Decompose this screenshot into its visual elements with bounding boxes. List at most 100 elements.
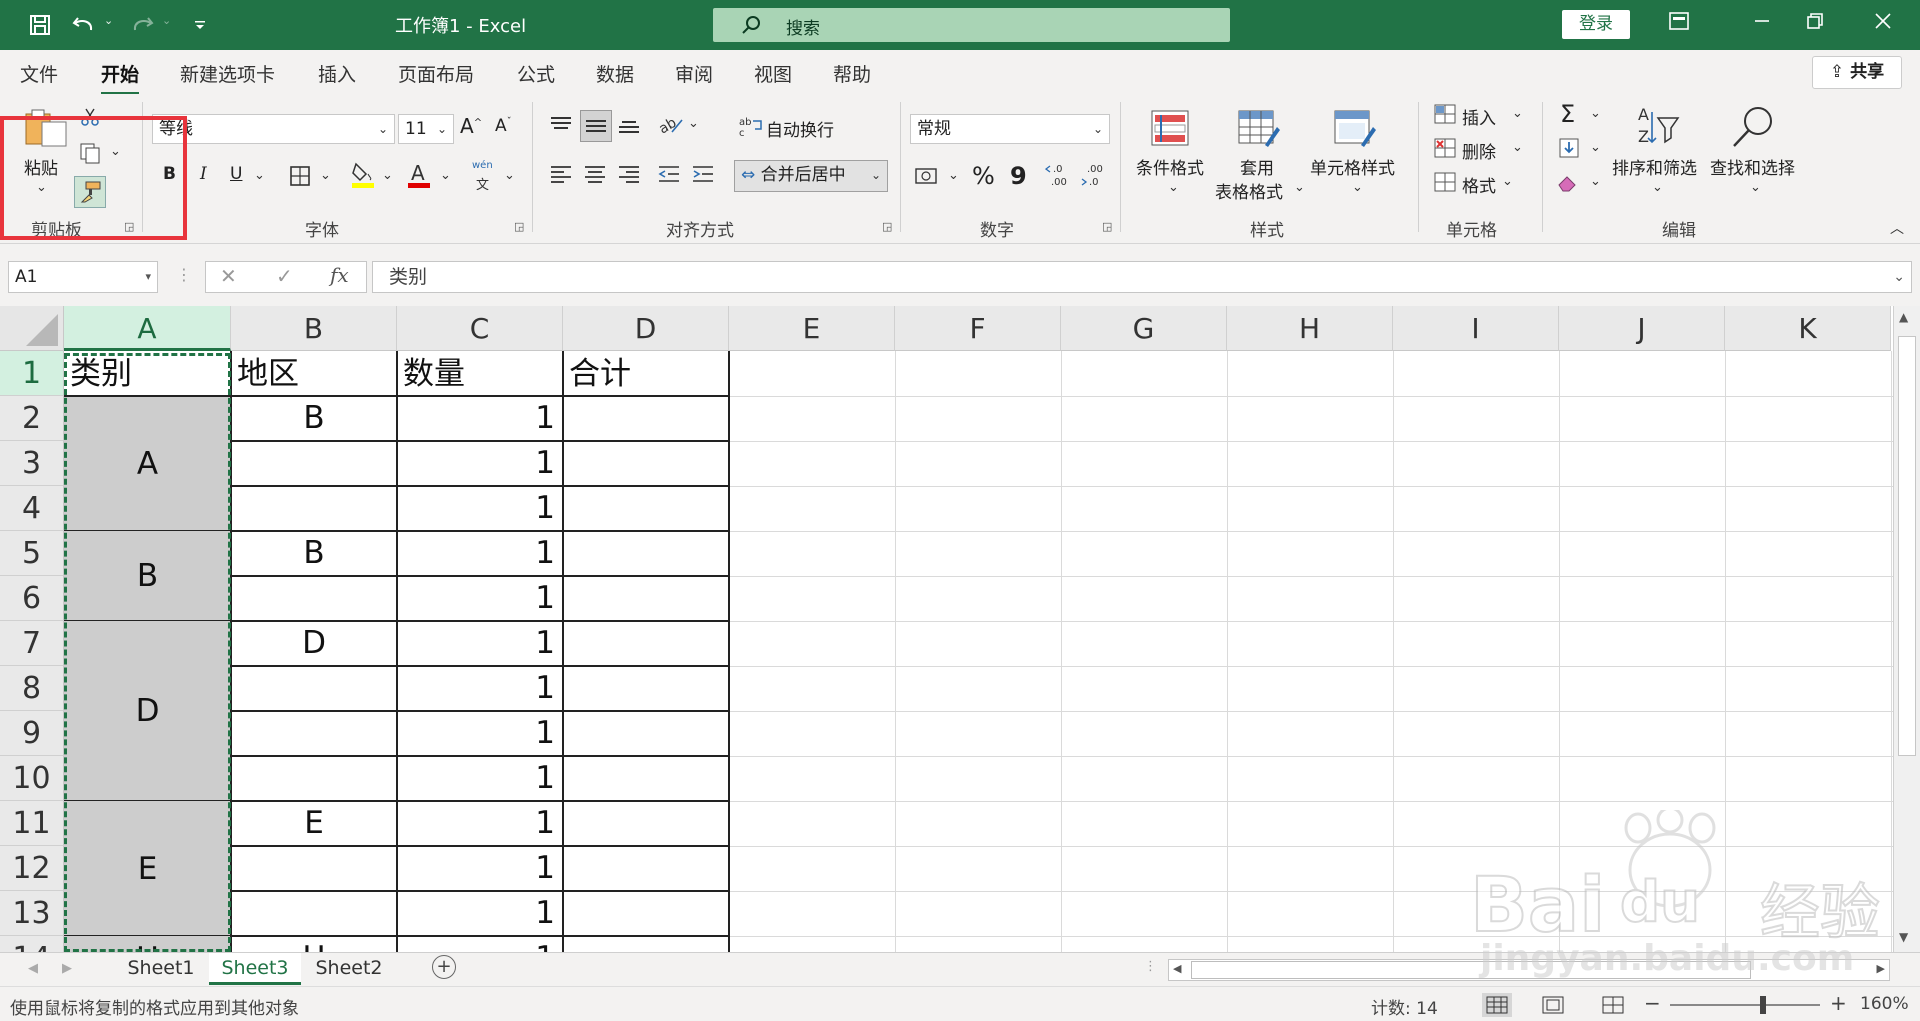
zoom-level[interactable]: 160% <box>1860 994 1909 1014</box>
insert-cells-dropdown-icon[interactable]: ⌄ <box>1512 106 1523 121</box>
increase-decimal-icon[interactable]: .0.00 <box>1044 160 1074 190</box>
zoom-slider-thumb[interactable] <box>1760 996 1766 1014</box>
customize-toolbar-icon[interactable] <box>186 12 214 38</box>
wrap-text-icon[interactable]: ab c <box>738 114 764 138</box>
quantity-cell[interactable]: 1 <box>397 666 555 711</box>
column-header-h[interactable]: H <box>1227 306 1393 351</box>
delete-cells-dropdown-icon[interactable]: ⌄ <box>1512 140 1523 155</box>
merged-cell-category[interactable]: H <box>64 936 231 952</box>
tab-home[interactable]: 开始 <box>101 60 140 95</box>
undo-dropdown-icon[interactable]: ⌄ <box>104 14 113 27</box>
fill-icon[interactable] <box>1556 136 1582 160</box>
vertical-scroll-thumb[interactable] <box>1898 336 1916 756</box>
merged-cell-category[interactable]: E <box>64 801 231 936</box>
header-cell-b[interactable]: 地区 <box>237 353 299 396</box>
font-launcher-icon[interactable]: ◲ <box>514 220 524 233</box>
column-header-e[interactable]: E <box>729 306 895 351</box>
formula-input[interactable]: 类别 ⌄ <box>372 261 1912 293</box>
conditional-format-icon[interactable] <box>1148 108 1192 148</box>
tab-view[interactable]: 视图 <box>754 60 792 87</box>
ribbon-display-icon[interactable] <box>1664 10 1694 40</box>
row-header-13[interactable]: 13 <box>0 891 64 936</box>
find-select-label[interactable]: 查找和选择 <box>1710 154 1795 179</box>
insert-function-icon[interactable]: fx <box>330 263 349 287</box>
tab-review[interactable]: 审阅 <box>675 60 713 87</box>
row-header-5[interactable]: 5 <box>0 531 64 576</box>
accounting-format-icon[interactable] <box>914 164 942 188</box>
zoom-out-button[interactable]: − <box>1644 991 1661 1015</box>
autosum-dropdown-icon[interactable]: ⌄ <box>1590 106 1601 121</box>
insert-cells-label[interactable]: 插入 <box>1462 104 1496 129</box>
row-header-2[interactable]: 2 <box>0 396 64 441</box>
next-sheet-icon[interactable]: ▶ <box>62 961 72 976</box>
sheet-tab-sheet2[interactable]: Sheet2 <box>303 953 395 985</box>
font-size-dropdown[interactable]: 11 ⌄ <box>398 114 454 144</box>
format-cells-icon[interactable] <box>1432 170 1458 194</box>
minimize-icon[interactable] <box>1747 10 1777 40</box>
region-cell[interactable]: B <box>231 531 397 576</box>
format-cells-dropdown-icon[interactable]: ⌄ <box>1502 174 1513 189</box>
align-right-icon[interactable] <box>616 162 642 186</box>
sheet-tab-sheet1[interactable]: Sheet1 <box>115 953 207 985</box>
clear-icon[interactable] <box>1556 170 1582 194</box>
quantity-cell[interactable]: 1 <box>397 936 555 952</box>
region-cell[interactable]: E <box>231 801 397 846</box>
quantity-cell[interactable]: 1 <box>397 486 555 531</box>
borders-dropdown-icon[interactable]: ⌄ <box>320 168 331 183</box>
quantity-cell[interactable]: 1 <box>397 756 555 801</box>
decrease-indent-icon[interactable] <box>656 162 682 186</box>
italic-button[interactable]: I <box>200 164 207 184</box>
tab-help[interactable]: 帮助 <box>833 60 871 87</box>
region-cell[interactable]: B <box>231 396 397 441</box>
quantity-cell[interactable]: 1 <box>397 891 555 936</box>
region-cell[interactable]: D <box>231 621 397 666</box>
column-header-i[interactable]: I <box>1393 306 1559 351</box>
row-header-1[interactable]: 1 <box>0 351 64 396</box>
normal-view-icon[interactable] <box>1482 993 1512 1017</box>
align-left-icon[interactable] <box>548 162 574 186</box>
row-header-4[interactable]: 4 <box>0 486 64 531</box>
conditional-format-dropdown-icon[interactable]: ⌄ <box>1168 180 1179 195</box>
row-header-14[interactable]: 14 <box>0 936 64 952</box>
percent-style-button[interactable]: % <box>972 162 995 190</box>
conditional-format-label[interactable]: 条件格式 <box>1136 154 1204 179</box>
sort-filter-label[interactable]: 排序和筛选 <box>1612 154 1697 179</box>
page-break-view-icon[interactable] <box>1598 993 1628 1017</box>
orientation-dropdown-icon[interactable]: ⌄ <box>688 116 699 131</box>
number-format-dropdown[interactable]: 常规 ⌄ <box>910 114 1110 144</box>
quantity-cell[interactable]: 1 <box>397 576 555 621</box>
expand-formula-icon[interactable]: ⌄ <box>1893 262 1905 292</box>
comma-style-button[interactable]: 9 <box>1010 162 1027 190</box>
cell-styles-icon[interactable] <box>1332 108 1378 150</box>
quantity-cell[interactable]: 1 <box>397 801 555 846</box>
sort-filter-icon[interactable]: AZ <box>1636 104 1680 150</box>
prev-sheet-icon[interactable]: ◀ <box>28 961 38 976</box>
fill-color-dropdown-icon[interactable]: ⌄ <box>382 168 393 183</box>
scroll-left-icon[interactable]: ◀ <box>1173 962 1181 975</box>
tab-data[interactable]: 数据 <box>596 60 634 87</box>
quantity-cell[interactable]: 1 <box>397 711 555 756</box>
merged-cell-category[interactable]: D <box>64 621 231 801</box>
zoom-in-button[interactable]: + <box>1830 991 1847 1015</box>
merge-center-button[interactable]: ⇔ 合并后居中 ⌄ <box>734 160 888 192</box>
delete-cells-label[interactable]: 删除 <box>1462 138 1496 163</box>
underline-dropdown-icon[interactable]: ⌄ <box>254 168 265 183</box>
align-top-icon[interactable] <box>548 112 574 138</box>
column-header-b[interactable]: B <box>231 306 397 351</box>
borders-icon[interactable] <box>288 164 312 188</box>
tab-formulas[interactable]: 公式 <box>517 60 555 87</box>
tab-page-layout[interactable]: 页面布局 <box>398 60 474 87</box>
number-launcher-icon[interactable]: ◲ <box>1102 220 1112 233</box>
font-color-icon[interactable]: A <box>406 160 432 190</box>
row-header-9[interactable]: 9 <box>0 711 64 756</box>
scroll-up-icon[interactable]: ▲ <box>1899 310 1908 324</box>
quantity-cell[interactable]: 1 <box>397 846 555 891</box>
enter-icon[interactable]: ✓ <box>276 264 293 288</box>
delete-cells-icon[interactable] <box>1432 136 1458 160</box>
header-cell-d[interactable]: 合计 <box>569 353 631 396</box>
name-box[interactable]: A1 ▾ <box>8 261 158 293</box>
format-as-table-label-2[interactable]: 表格格式 <box>1215 178 1283 203</box>
row-header-10[interactable]: 10 <box>0 756 64 801</box>
cell-styles-dropdown-icon[interactable]: ⌄ <box>1352 180 1363 195</box>
row-header-12[interactable]: 12 <box>0 846 64 891</box>
